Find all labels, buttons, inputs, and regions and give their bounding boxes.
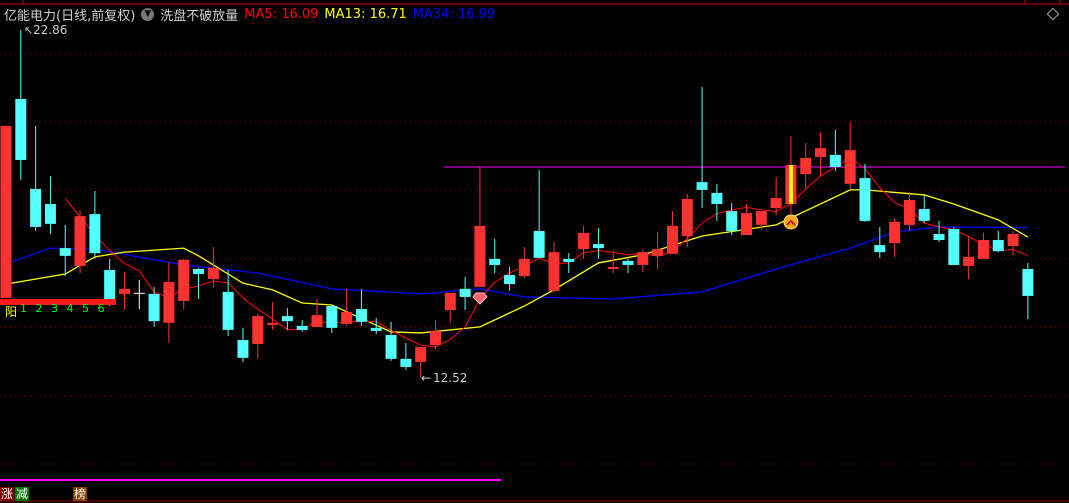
candle-body [59,248,71,256]
candle-body [755,211,767,225]
candle-body [992,240,1004,252]
candle-body [0,125,12,298]
tag-zhang[interactable]: 涨 [0,487,15,501]
candle-body [311,315,323,327]
candle-body [178,259,190,301]
yang-number: 4 [67,302,74,315]
candle-body [829,154,841,167]
candle-body [415,347,427,362]
candle-body [89,214,101,254]
candle-body [148,293,160,322]
candle-body [1022,268,1034,296]
candle-body [74,216,86,266]
candle-body [681,198,693,236]
high-price-label: 22.86 [33,23,67,37]
candle-body [163,282,175,323]
yang-number: 3 [51,302,58,315]
candle-body [889,221,901,244]
candle-body [237,340,249,358]
candle-body [459,288,471,297]
candle-body [800,157,812,175]
ma5-line [64,157,1029,348]
candle-body [474,225,486,287]
candle-body [607,266,619,269]
candle-body [977,240,989,259]
candle-body [504,275,516,285]
candle-body [874,245,886,253]
candle-body [726,211,738,231]
candle-body [30,188,42,227]
candle-body [578,232,590,250]
diamond-icon [472,292,488,305]
candle-body [1007,233,1019,247]
candle-body [563,258,575,262]
candle-body [859,178,871,221]
arrow-icon: ↖ [24,24,33,37]
candle-body [118,288,130,294]
candle-body [296,325,308,330]
candle-body [385,334,397,359]
candle-body [933,233,945,241]
candle-body [844,150,856,184]
arrow-icon: ← [421,371,431,385]
candle-body [518,258,530,277]
yang-label: 阳 [5,305,17,319]
yang-number: 6 [98,302,105,315]
tag-bang[interactable]: 榜 [73,487,88,501]
candle-body [963,256,975,266]
candle-body [652,249,664,256]
candle-body [741,213,752,235]
candle-body [770,197,782,209]
candle-body [355,309,367,322]
candle-body [622,260,634,265]
candle-body [948,228,960,265]
candle-body [444,292,456,311]
candle-body [252,316,264,345]
candle-body [903,199,915,225]
candle-body [592,244,604,249]
candle-body [44,204,56,224]
candle-body [400,358,412,367]
candle-body [666,225,678,254]
candle-body [267,322,279,325]
ma34-line [5,226,1028,300]
candle-body [15,99,27,160]
tag-jian[interactable]: 减 [15,487,30,501]
candle-body [222,291,234,330]
candle-body [918,209,930,221]
candle-body [533,230,545,258]
yang-number: 2 [36,302,43,315]
candle-body [193,268,205,275]
candle-body [489,258,501,265]
candle-body [696,182,708,190]
candle-body [711,192,723,205]
candle-body [815,148,827,157]
highlight-core [788,164,793,205]
diamond-toggle-icon[interactable] [1046,7,1060,21]
yang-number: 1 [20,302,27,315]
yang-number: 5 [82,302,89,315]
candle-body [104,269,116,303]
candle-body [370,327,382,331]
candle-body [429,330,441,346]
candle-body [637,252,649,265]
low-price-label: 12.52 [433,371,467,385]
candle-body [207,267,219,280]
candle-body [326,306,338,328]
candle-body [281,316,293,322]
candle-body [548,252,560,291]
candle-body [341,312,353,324]
candlestick-chart[interactable]: 22.86 ↖ ← 12.52 阳 123456 [0,0,1069,503]
candle-body [133,292,145,294]
